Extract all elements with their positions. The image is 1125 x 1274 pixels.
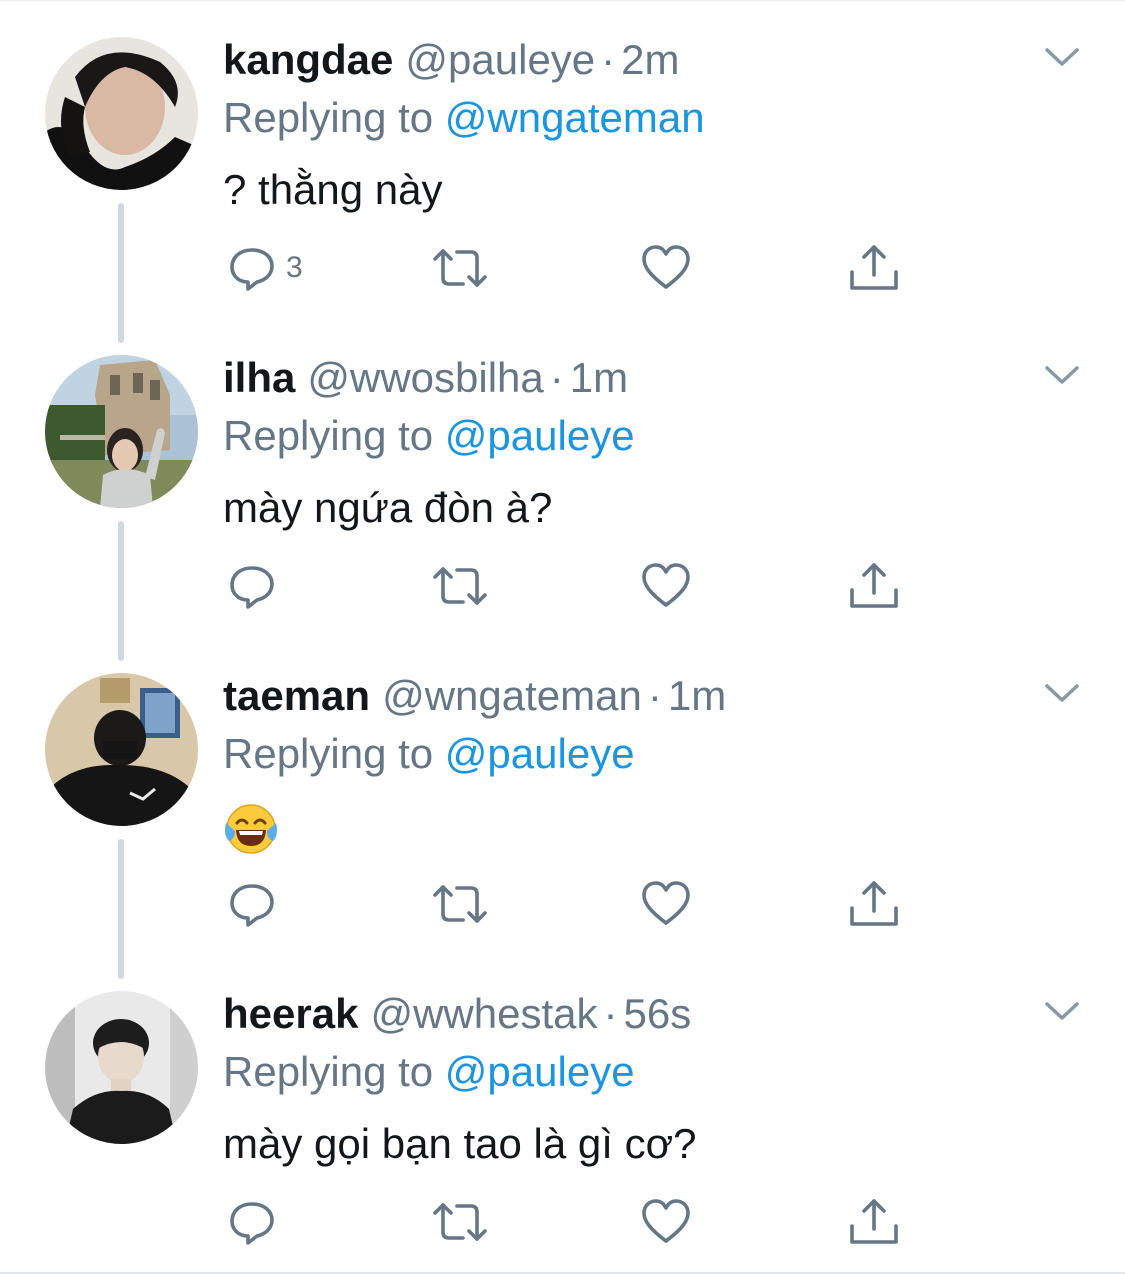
tweet[interactable]: ilha @wwosbilha · 1m Replying to @pauleye m… — [0, 318, 1125, 636]
replying-to-label: Replying to — [223, 1048, 434, 1095]
share-icon — [850, 881, 898, 926]
avatar[interactable] — [45, 37, 198, 190]
retweet-icon — [433, 1203, 487, 1241]
timestamp[interactable]: 2m — [621, 36, 679, 83]
display-name[interactable]: kangdae — [223, 36, 393, 83]
replying-to: Replying to @pauleye — [223, 729, 635, 779]
tweet-header: taeman @wngateman · 1m — [223, 671, 726, 721]
retweet-button[interactable] — [431, 233, 489, 303]
mention-link[interactable]: @wngateman — [445, 94, 705, 141]
face-with-tears-of-joy-icon — [225, 804, 277, 854]
timestamp[interactable]: 1m — [570, 354, 628, 401]
tweet[interactable]: kangdae @pauleye · 2m Replying to @wngatema… — [0, 0, 1125, 318]
chevron-down-icon[interactable] — [1043, 362, 1081, 388]
like-button[interactable] — [640, 551, 692, 621]
retweet-icon — [433, 567, 487, 605]
share-icon — [850, 245, 898, 290]
avatar-photo — [45, 991, 198, 1144]
share-icon — [850, 563, 898, 608]
retweet-icon — [433, 885, 487, 923]
user-handle[interactable]: @pauleye — [405, 36, 595, 83]
reply-button[interactable] — [226, 1187, 286, 1257]
replying-to-label: Replying to — [223, 94, 434, 141]
tweet-text: 😂 — [223, 799, 279, 857]
retweet-button[interactable] — [431, 1187, 489, 1257]
user-handle[interactable]: @wngateman — [382, 672, 642, 719]
tweet-header: kangdae @pauleye · 2m — [223, 35, 680, 85]
replying-to: Replying to @pauleye — [223, 411, 635, 461]
replying-to: Replying to @pauleye — [223, 1047, 635, 1097]
reply-icon — [230, 566, 274, 609]
tweet-actions — [0, 1187, 1125, 1257]
heart-icon — [642, 881, 690, 925]
reply-count: 3 — [286, 251, 303, 284]
timestamp[interactable]: 1m — [668, 672, 726, 719]
chevron-down-icon[interactable] — [1043, 44, 1081, 70]
tweet-actions — [0, 869, 1125, 939]
share-icon — [850, 1199, 898, 1244]
chevron-down-icon[interactable] — [1043, 998, 1081, 1024]
like-button[interactable] — [640, 869, 692, 939]
heart-icon — [642, 563, 690, 607]
display-name[interactable]: taeman — [223, 672, 370, 719]
avatar[interactable] — [45, 673, 198, 826]
reply-icon — [230, 1202, 274, 1245]
tweet-actions — [0, 551, 1125, 621]
mention-link[interactable]: @pauleye — [445, 730, 635, 777]
share-button[interactable] — [848, 869, 900, 939]
tweet-actions: 3 — [0, 233, 1125, 303]
share-button[interactable] — [848, 551, 900, 621]
replying-to-label: Replying to — [223, 412, 434, 459]
tweet[interactable]: taeman @wngateman · 1m Replying to @pauleye… — [0, 636, 1125, 954]
display-name[interactable]: ilha — [223, 354, 295, 401]
tweet-header: ilha @wwosbilha · 1m — [223, 353, 628, 403]
display-name[interactable]: heerak — [223, 990, 358, 1037]
tweet-text: mày ngứa đòn à? — [223, 484, 553, 531]
like-button[interactable] — [640, 233, 692, 303]
mention-link[interactable]: @pauleye — [445, 412, 635, 459]
avatar[interactable] — [45, 991, 198, 1144]
chevron-down-icon[interactable] — [1043, 680, 1081, 706]
timestamp[interactable]: 56s — [623, 990, 691, 1037]
reply-button[interactable]: 3 — [226, 233, 303, 303]
heart-icon — [642, 245, 690, 289]
avatar[interactable] — [45, 355, 198, 508]
reply-button[interactable] — [226, 869, 286, 939]
separator: · — [549, 354, 564, 401]
separator: · — [601, 36, 616, 83]
reply-icon — [230, 884, 274, 927]
share-button[interactable] — [848, 233, 900, 303]
tweet-text: mày gọi bạn tao là gì cơ? — [223, 1120, 697, 1167]
retweet-button[interactable] — [431, 869, 489, 939]
tweet[interactable]: heerak @wwhestak · 56s Replying to @pauleye… — [0, 954, 1125, 1272]
avatar-photo — [45, 673, 198, 826]
tweet-text: ? thằng này — [223, 166, 443, 213]
like-button[interactable] — [640, 1187, 692, 1257]
avatar-photo — [45, 37, 198, 190]
reply-icon — [230, 248, 274, 291]
retweet-button[interactable] — [431, 551, 489, 621]
replying-to: Replying to @wngateman — [223, 93, 705, 143]
reply-button[interactable] — [226, 551, 286, 621]
retweet-icon — [433, 249, 487, 287]
share-button[interactable] — [848, 1187, 900, 1257]
separator: · — [603, 990, 618, 1037]
separator: · — [647, 672, 662, 719]
avatar-photo — [45, 355, 198, 508]
replying-to-label: Replying to — [223, 730, 434, 777]
user-handle[interactable]: @wwhestak — [370, 990, 597, 1037]
tweet-header: heerak @wwhestak · 56s — [223, 989, 691, 1039]
heart-icon — [642, 1199, 690, 1243]
user-handle[interactable]: @wwosbilha — [307, 354, 543, 401]
mention-link[interactable]: @pauleye — [445, 1048, 635, 1095]
